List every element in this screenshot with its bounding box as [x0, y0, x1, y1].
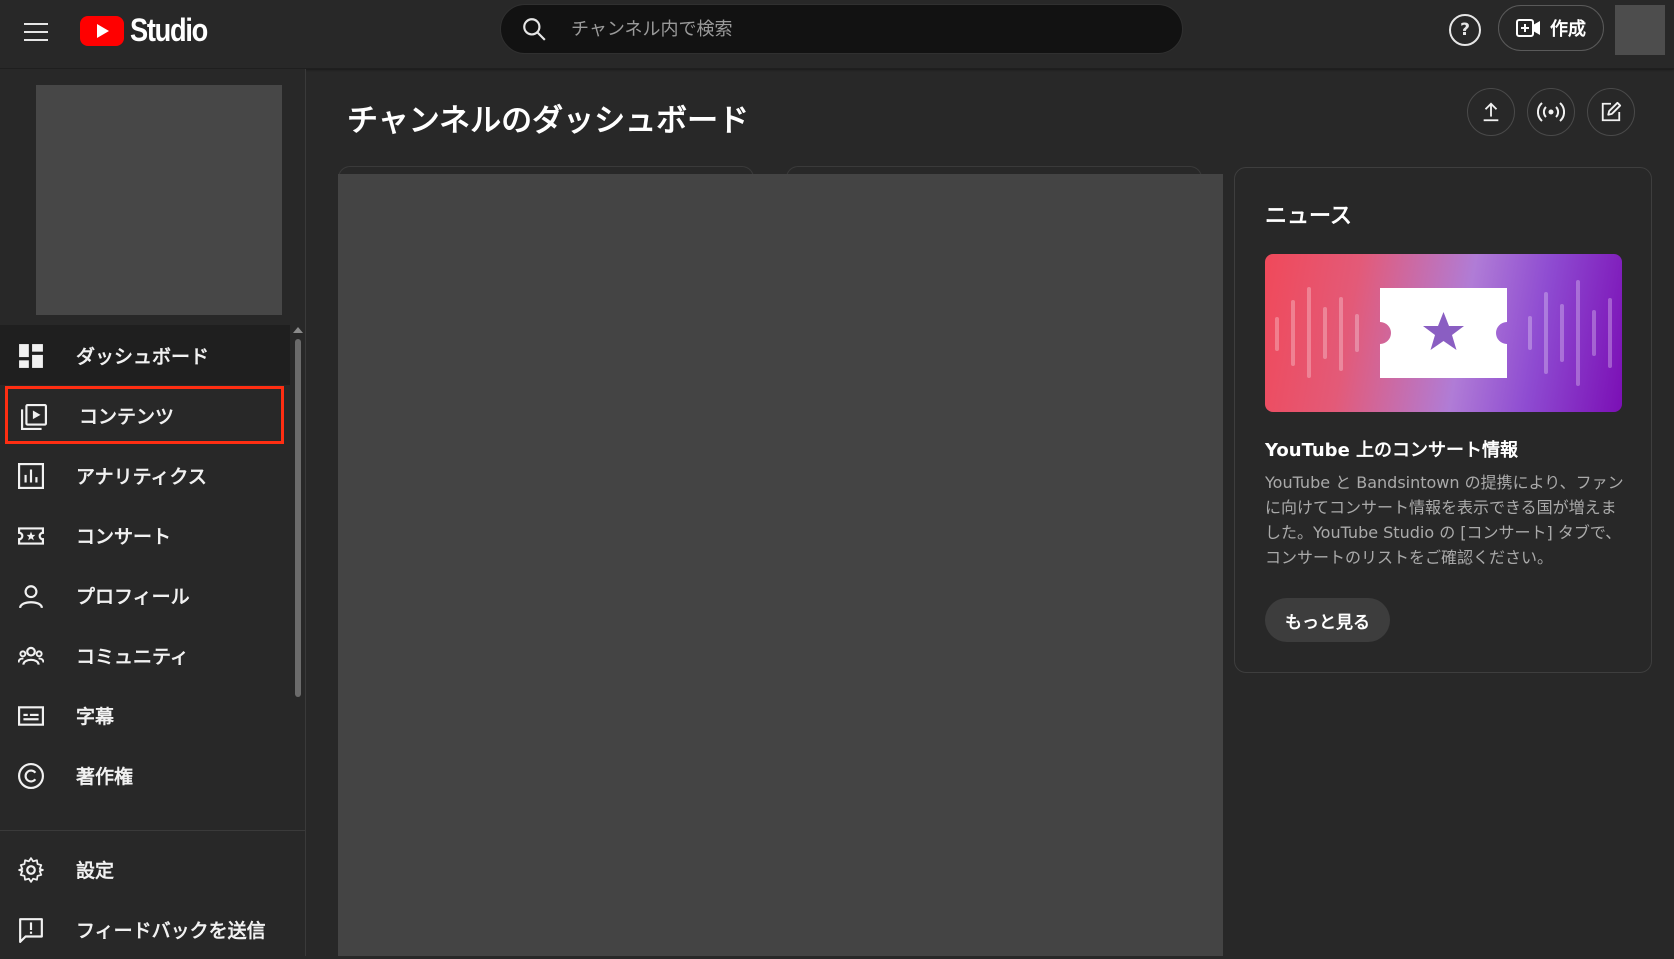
sidebar-item-content[interactable]: コンテンツ: [5, 386, 284, 444]
community-icon: [18, 646, 44, 665]
ticket-star-illustration: [1275, 280, 1612, 386]
news-title: ニュース: [1265, 204, 1352, 229]
sidebar-item-label: コンサート: [76, 525, 172, 548]
learn-more-label: もっと見る: [1285, 612, 1370, 633]
sidebar-item-label: 著作権: [76, 765, 134, 788]
search-input[interactable]: [569, 17, 1129, 41]
sidebar-item-copyright[interactable]: 著作権: [0, 745, 290, 805]
sidebar: ダッシュボード コンテンツ アナリティクス コンサート プロフィール コミュニテ…: [0, 69, 306, 956]
feedback-icon: [19, 918, 43, 943]
sidebar-item-label: フィードバックを送信: [76, 919, 266, 942]
sidebar-item-profile[interactable]: プロフィール: [0, 565, 290, 625]
news-body: YouTube と Bandsintown の提携により、ファンに向けてコンサー…: [1265, 473, 1624, 567]
sidebar-item-label: コミュニティ: [76, 645, 189, 668]
upload-button[interactable]: [1467, 88, 1515, 136]
account-avatar[interactable]: [1615, 5, 1665, 55]
learn-more-button[interactable]: もっと見る: [1265, 598, 1390, 642]
scrollbar-thumb[interactable]: [295, 339, 301, 697]
subtitles-icon: [18, 706, 44, 726]
upload-icon: [1483, 102, 1499, 122]
content-placeholder: [338, 174, 1223, 956]
sidebar-item-label: ダッシュボード: [76, 345, 210, 368]
sidebar-item-label: アナリティクス: [76, 465, 207, 488]
sidebar-nav: ダッシュボード コンテンツ アナリティクス コンサート プロフィール コミュニテ…: [0, 325, 290, 900]
create-label: 作成: [1550, 19, 1586, 40]
edit-icon: [1601, 101, 1622, 122]
analytics-icon: [18, 463, 44, 489]
sidebar-item-label: 設定: [76, 859, 115, 882]
gear-icon: [18, 857, 44, 883]
concert-banner-image: [1265, 254, 1622, 412]
scroll-up-icon[interactable]: [293, 327, 303, 333]
profile-icon: [19, 585, 43, 609]
top-bar: Studio ? 作成: [0, 0, 1674, 69]
sidebar-item-label: 字幕: [76, 705, 115, 728]
create-video-icon: [1516, 19, 1540, 37]
search-bar[interactable]: [500, 4, 1183, 54]
copyright-icon: [18, 763, 44, 789]
content-icon: [21, 404, 47, 430]
news-headline: YouTube 上のコンサート情報: [1265, 440, 1519, 461]
youtube-studio-logo[interactable]: Studio: [80, 12, 221, 49]
page-title: チャンネルのダッシュボード: [347, 103, 750, 139]
dashboard-icon: [19, 344, 43, 368]
go-live-button[interactable]: [1527, 88, 1575, 136]
sidebar-item-dashboard[interactable]: ダッシュボード: [0, 325, 290, 385]
sidebar-item-label: コンテンツ: [79, 405, 175, 428]
sidebar-item-concert[interactable]: コンサート: [0, 505, 290, 565]
news-card: ニュース YouTube 上のコンサート情報 YouTube と Bandsin…: [1234, 167, 1652, 673]
youtube-play-icon: [80, 15, 124, 46]
sidebar-item-feedback[interactable]: フィードバックを送信: [0, 899, 290, 959]
sidebar-scrollbar[interactable]: [292, 325, 304, 900]
help-label: ?: [1460, 20, 1470, 40]
sidebar-item-community[interactable]: コミュニティ: [0, 625, 290, 685]
search-icon[interactable]: [521, 16, 547, 42]
concert-ticket-icon: [18, 527, 44, 545]
live-icon: [1537, 102, 1565, 122]
channel-avatar[interactable]: [36, 85, 282, 315]
menu-icon[interactable]: [16, 12, 56, 52]
edit-button[interactable]: [1587, 88, 1635, 136]
logo-text: Studio: [130, 12, 208, 48]
sidebar-item-label: プロフィール: [76, 585, 190, 608]
sidebar-item-settings[interactable]: 設定: [0, 839, 290, 899]
sidebar-item-subtitles[interactable]: 字幕: [0, 685, 290, 745]
help-icon[interactable]: ?: [1449, 14, 1481, 46]
create-button[interactable]: 作成: [1498, 5, 1604, 51]
sidebar-item-analytics[interactable]: アナリティクス: [0, 445, 290, 505]
sidebar-bottom: 設定 フィードバックを送信: [0, 830, 305, 956]
